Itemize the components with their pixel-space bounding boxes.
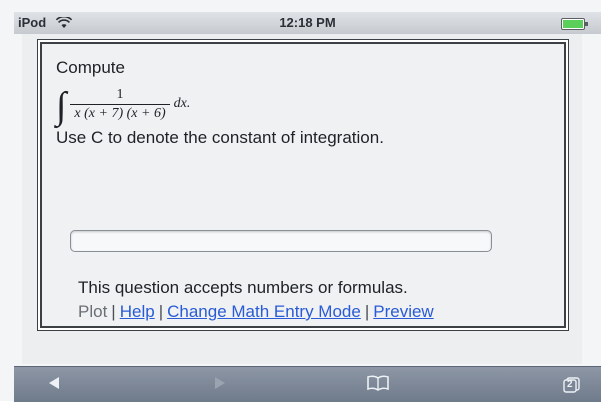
integral-sign: ∫ (56, 85, 67, 127)
battery-icon (561, 18, 588, 30)
integral-differential: dx. (173, 96, 191, 111)
web-page: Compute ∫ 1 x (x + 7) (x + 6) dx. Use C … (22, 34, 582, 364)
integral-expression: ∫ 1 x (x + 7) (x + 6) dx. (56, 84, 562, 127)
preview-link[interactable]: Preview (373, 302, 433, 321)
device-screen: iPod 12:18 PM Compute ∫ 1 x (x + 7) (x + (0, 0, 601, 402)
question-instruction: Use C to denote the constant of integrat… (56, 128, 384, 147)
link-separator: | (364, 302, 370, 321)
bookmarks-icon (367, 375, 389, 396)
back-button[interactable] (44, 375, 64, 395)
forward-arrow-icon (213, 376, 227, 395)
back-arrow-icon (47, 376, 61, 395)
pages-count: 2 (567, 379, 573, 390)
question-prompt: Compute (56, 58, 125, 77)
integrand-fraction: 1 x (x + 7) (x + 6) (70, 86, 170, 122)
change-math-entry-mode-link[interactable]: Change Math Entry Mode (167, 302, 361, 321)
status-bar: iPod 12:18 PM (14, 12, 601, 34)
forward-button[interactable] (210, 375, 230, 395)
question-content: Compute ∫ 1 x (x + 7) (x + 6) dx. Use C … (56, 58, 562, 148)
answer-input[interactable] (70, 230, 492, 252)
status-time: 12:18 PM (279, 15, 336, 30)
plot-link: Plot (78, 302, 108, 321)
browser-toolbar: 2 (14, 366, 601, 402)
pages-icon: 2 (563, 377, 581, 393)
accepts-info: This question accepts numbers or formula… (78, 278, 408, 297)
help-link[interactable]: Help (120, 302, 155, 321)
link-separator: | (111, 302, 116, 321)
link-separator: | (158, 302, 164, 321)
integrand-denominator: x (x + 7) (x + 6) (70, 103, 170, 122)
pages-button[interactable]: 2 (562, 375, 582, 395)
question-links: Plot | Help | Change Math Entry Mode | Preview (78, 302, 434, 322)
bookmarks-button[interactable] (366, 375, 390, 395)
integrand-numerator: 1 (116, 86, 124, 102)
